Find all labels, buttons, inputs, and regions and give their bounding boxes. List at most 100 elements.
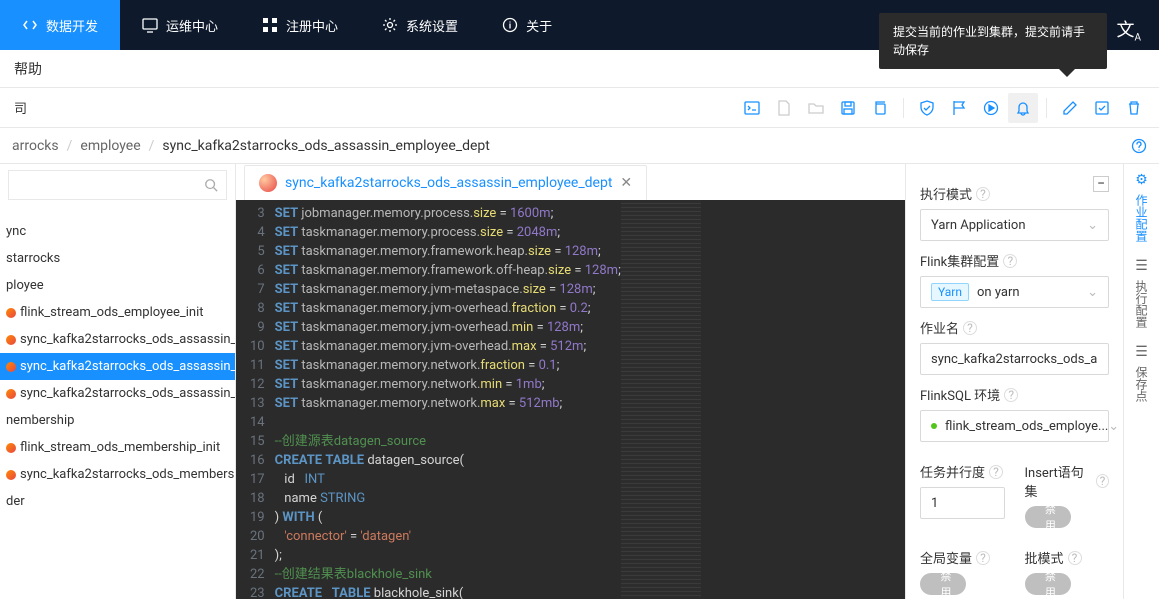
chevron-down-icon: ⌄ bbox=[1087, 285, 1098, 300]
field-label: 任务并行度? bbox=[920, 462, 1005, 481]
flag-icon[interactable] bbox=[944, 93, 974, 123]
nav-label: 数据开发 bbox=[46, 16, 98, 35]
code-body[interactable]: SET jobmanager.memory.process.size = 160… bbox=[275, 200, 621, 599]
close-icon[interactable]: ✕ bbox=[620, 175, 632, 191]
code-editor[interactable]: 3456789101112131415161718192021222324 SE… bbox=[236, 200, 905, 599]
crumb-item[interactable]: employee bbox=[80, 138, 140, 154]
shield-icon[interactable] bbox=[912, 93, 942, 123]
chevron-down-icon: ⌄ bbox=[1108, 419, 1119, 434]
monitor-icon bbox=[142, 17, 158, 33]
flink-file-icon bbox=[6, 362, 16, 372]
bookmark-icon: ☰ bbox=[1135, 344, 1148, 360]
field-label: Flink集群配置? bbox=[920, 251, 1109, 270]
jobname-input[interactable]: sync_kafka2starrocks_ods_assassin bbox=[920, 343, 1109, 375]
delete-icon[interactable] bbox=[1119, 93, 1149, 123]
check-icon[interactable] bbox=[1087, 93, 1117, 123]
editor-tab[interactable]: sync_kafka2starrocks_ods_assassin_employ… bbox=[244, 165, 647, 200]
search-icon bbox=[204, 178, 218, 192]
crumb-item[interactable]: arrocks bbox=[12, 138, 59, 154]
parallelism-input[interactable]: 1 bbox=[920, 487, 1005, 519]
cluster-tag: Yarn bbox=[931, 283, 969, 301]
help-icon[interactable]: ? bbox=[1068, 551, 1082, 565]
help-icon[interactable]: ? bbox=[1004, 388, 1018, 402]
submit-tooltip: 提交当前的作业到集群，提交前请手动保存 bbox=[879, 13, 1107, 69]
search-input[interactable] bbox=[8, 170, 227, 200]
tree-item[interactable]: sync_kafka2starrocks_ods_assassin_employ… bbox=[0, 380, 235, 407]
info-icon bbox=[502, 17, 518, 33]
help-icon[interactable]: ? bbox=[976, 551, 990, 565]
help-icon[interactable]: ? bbox=[963, 321, 977, 335]
config-panel: − 执行模式? Yarn Application⌄ Flink集群配置? Yar… bbox=[906, 164, 1123, 599]
flink-file-icon bbox=[6, 470, 16, 480]
tree-item-label: sync_kafka2starrocks_ods_assassin_employ… bbox=[20, 332, 235, 347]
tree-item-label: flink_stream_ods_membership_init bbox=[20, 440, 220, 455]
nav-label: 注册中心 bbox=[286, 16, 338, 35]
tree-item[interactable]: flink_stream_ods_membership_init bbox=[0, 434, 235, 461]
tree-item[interactable]: flink_stream_ods_employee_init bbox=[0, 299, 235, 326]
gear-icon: ⚙ bbox=[1135, 172, 1148, 188]
tree-item[interactable]: der bbox=[0, 488, 235, 515]
bell-icon[interactable] bbox=[1008, 93, 1038, 123]
file-icon[interactable] bbox=[769, 93, 799, 123]
tree-item[interactable] bbox=[0, 206, 235, 218]
main: ync starrocks ployee flink_stream_ods_emplo… bbox=[0, 164, 1159, 599]
help-icon[interactable] bbox=[1131, 138, 1147, 154]
insert-toggle[interactable]: 禁用 bbox=[1025, 506, 1071, 528]
editor-column: sync_kafka2starrocks_ods_assassin_employ… bbox=[236, 164, 905, 599]
tree-item-label: flink_stream_ods_employee_init bbox=[20, 305, 204, 320]
nav-about[interactable]: 关于 bbox=[480, 0, 574, 50]
minimap[interactable] bbox=[621, 200, 701, 599]
help-icon[interactable]: ? bbox=[1003, 254, 1017, 268]
gear-icon bbox=[382, 17, 398, 33]
tree-item[interactable]: sync_kafka2starrocks_ods_membership bbox=[0, 461, 235, 488]
globalvar-toggle[interactable]: 禁用 bbox=[920, 573, 966, 595]
tree-item-label: der bbox=[6, 494, 25, 509]
help-icon[interactable]: ? bbox=[976, 187, 990, 201]
rail-job-config[interactable]: ⚙作业配置 bbox=[1133, 172, 1150, 242]
nav-label: 运维中心 bbox=[166, 16, 218, 35]
nav-registry[interactable]: 注册中心 bbox=[240, 0, 360, 50]
edit-icon[interactable] bbox=[1055, 93, 1085, 123]
top-nav: 数据开发 运维中心 注册中心 系统设置 关于 提交当前的作业到集群，提交前请手动… bbox=[0, 0, 1159, 50]
field-label: 作业名? bbox=[920, 318, 1109, 337]
tree-item[interactable]: ync bbox=[0, 218, 235, 245]
language-icon[interactable]: 文A bbox=[1116, 16, 1141, 44]
help-link[interactable]: 帮助 bbox=[14, 59, 42, 79]
batch-toggle[interactable]: 禁用 bbox=[1025, 573, 1071, 595]
rail-savepoint[interactable]: ☰保存点 bbox=[1133, 344, 1150, 402]
nav-ops[interactable]: 运维中心 bbox=[120, 0, 240, 50]
grid-icon bbox=[262, 17, 278, 33]
folder-icon[interactable] bbox=[801, 93, 831, 123]
collapse-icon[interactable]: − bbox=[1093, 176, 1109, 192]
exec-mode-select[interactable]: Yarn Application⌄ bbox=[920, 209, 1109, 241]
tab-label: sync_kafka2starrocks_ods_assassin_employ… bbox=[285, 175, 612, 191]
line-gutter: 3456789101112131415161718192021222324 bbox=[236, 200, 275, 599]
cluster-select[interactable]: Yarnon yarn⌄ bbox=[920, 276, 1109, 308]
divider bbox=[1046, 98, 1047, 118]
code-icon bbox=[22, 17, 38, 33]
nav-settings[interactable]: 系统设置 bbox=[360, 0, 480, 50]
tree-item[interactable]: sync_kafka2starrocks_ods_assassin_employ… bbox=[0, 326, 235, 353]
tree-item-label: ployee bbox=[6, 278, 44, 293]
toolbar-lead: 司 bbox=[10, 98, 735, 117]
tree-item-label: ync bbox=[6, 224, 26, 239]
tree-item-label: sync_kafka2starrocks_ods_membership bbox=[20, 467, 235, 482]
copy-icon[interactable] bbox=[865, 93, 895, 123]
env-select[interactable]: flink_stream_ods_employe...⌄ bbox=[920, 410, 1109, 442]
save-icon[interactable] bbox=[833, 93, 863, 123]
tree-item[interactable]: starrocks bbox=[0, 245, 235, 272]
help-icon[interactable]: ? bbox=[989, 465, 1003, 479]
nav-data-dev[interactable]: 数据开发 bbox=[0, 0, 120, 50]
play-icon[interactable] bbox=[976, 93, 1006, 123]
terminal-icon[interactable] bbox=[737, 93, 767, 123]
editor-tabs: sync_kafka2starrocks_ods_assassin_employ… bbox=[236, 164, 905, 200]
tree-item[interactable]: sync_kafka2starrocks_ods_assassin_employ… bbox=[0, 353, 235, 380]
help-icon[interactable]: ? bbox=[1096, 474, 1109, 488]
tree-item[interactable]: ployee bbox=[0, 272, 235, 299]
tree-item-label: sync_kafka2starrocks_ods_assassin_employ… bbox=[20, 359, 235, 374]
toolbar: 司 bbox=[0, 88, 1159, 128]
clipboard-icon: ☰ bbox=[1135, 258, 1148, 274]
rail-exec-config[interactable]: ☰执行配置 bbox=[1133, 258, 1150, 328]
tree-item[interactable]: nembership bbox=[0, 407, 235, 434]
crumb-item: sync_kafka2starrocks_ods_assassin_employ… bbox=[162, 138, 489, 154]
